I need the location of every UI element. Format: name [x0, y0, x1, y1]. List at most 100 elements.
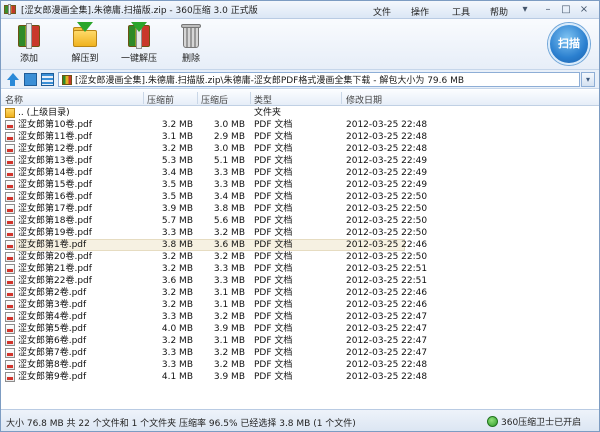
delete-button-label: 删除: [181, 54, 200, 64]
close-icon[interactable]: ×: [578, 4, 590, 16]
file-size: 3.2 MB: [213, 252, 245, 262]
file-type: PDF 文档: [254, 288, 293, 298]
file-name: 涩女郎第14卷.pdf: [18, 168, 92, 178]
file-name: 涩女郎第21卷.pdf: [18, 264, 92, 274]
file-compressed-size: 3.1 MB: [161, 132, 193, 142]
scan-button[interactable]: 扫描: [548, 23, 590, 65]
compression-guard[interactable]: 360压缩卫士已开启: [487, 415, 581, 428]
path-dropdown-icon[interactable]: ▾: [581, 72, 595, 87]
pdf-icon: [5, 180, 15, 190]
options-icon[interactable]: ▾: [519, 4, 531, 16]
file-date: 2012-03-25 22:48: [346, 132, 428, 142]
file-name: 涩女郎第20卷.pdf: [18, 252, 92, 262]
delete-button[interactable]: 删除: [171, 22, 211, 64]
file-type: PDF 文档: [254, 144, 293, 154]
minimize-icon[interactable]: –: [542, 4, 554, 16]
file-size: 3.2 MB: [213, 228, 245, 238]
file-type: PDF 文档: [254, 360, 293, 370]
pdf-icon: [5, 324, 15, 334]
table-row[interactable]: 涩女郎第2卷.pdf 3.2 MB 3.1 MB PDF 文档 2012-03-25 2…: [1, 287, 599, 299]
file-name: 涩女郎第11卷.pdf: [18, 132, 92, 142]
toolbar: 添加 解压到 一键解压 删除 扫描: [1, 19, 599, 69]
table-row[interactable]: 涩女郎第16卷.pdf 3.5 MB 3.4 MB PDF 文档 2012-03-25 …: [1, 191, 599, 203]
title-bar: [涩女郎漫画全集].朱德庸.扫描版.zip - 360压缩 3.0 正式版 文件…: [1, 1, 599, 19]
folder-up-icon: [5, 108, 15, 118]
file-date: 2012-03-25 22:47: [346, 348, 428, 358]
table-row[interactable]: 涩女郎第11卷.pdf 3.1 MB 2.9 MB PDF 文档 2012-03-25 …: [1, 131, 599, 143]
file-type: PDF 文档: [254, 228, 293, 238]
pdf-icon: [5, 276, 15, 286]
menu-operation[interactable]: 操作: [411, 5, 429, 18]
file-date: 2012-03-25 22:49: [346, 156, 428, 166]
table-row[interactable]: 涩女郎第19卷.pdf 3.3 MB 3.2 MB PDF 文档 2012-03-25 …: [1, 227, 599, 239]
table-row[interactable]: 涩女郎第12卷.pdf 3.2 MB 3.0 MB PDF 文档 2012-03-25 …: [1, 143, 599, 155]
table-row[interactable]: 涩女郎第14卷.pdf 3.4 MB 3.3 MB PDF 文档 2012-03-25 …: [1, 167, 599, 179]
file-name: 涩女郎第9卷.pdf: [18, 372, 87, 382]
file-compressed-size: 3.5 MB: [161, 192, 193, 202]
column-divider[interactable]: [197, 92, 198, 104]
extract-to-button-label: 解压到: [71, 54, 99, 64]
column-divider[interactable]: [143, 92, 144, 104]
table-row[interactable]: 涩女郎第13卷.pdf 5.3 MB 5.1 MB PDF 文档 2012-03-25 …: [1, 155, 599, 167]
file-type: PDF 文档: [254, 180, 293, 190]
thumbnail-view-icon[interactable]: [24, 73, 37, 86]
file-size: 3.8 MB: [213, 204, 245, 214]
file-name: 涩女郎第22卷.pdf: [18, 276, 92, 286]
table-row[interactable]: 涩女郎第8卷.pdf 3.3 MB 3.2 MB PDF 文档 2012-03-25 2…: [1, 359, 599, 371]
file-type: PDF 文档: [254, 240, 293, 250]
file-size: 3.2 MB: [213, 360, 245, 370]
maximize-icon[interactable]: □: [560, 4, 572, 16]
column-type[interactable]: 类型: [254, 93, 272, 106]
trash-icon: [177, 22, 205, 50]
file-compressed-size: 3.5 MB: [161, 180, 193, 190]
table-row[interactable]: 涩女郎第5卷.pdf 4.0 MB 3.9 MB PDF 文档 2012-03-25 2…: [1, 323, 599, 335]
pdf-icon: [5, 300, 15, 310]
file-size: 3.1 MB: [213, 288, 245, 298]
table-row[interactable]: 涩女郎第7卷.pdf 3.3 MB 3.2 MB PDF 文档 2012-03-25 2…: [1, 347, 599, 359]
file-compressed-size: 3.2 MB: [161, 120, 193, 130]
file-compressed-size: 3.2 MB: [161, 264, 193, 274]
table-row[interactable]: 涩女郎第21卷.pdf 3.2 MB 3.3 MB PDF 文档 2012-03-25 …: [1, 263, 599, 275]
column-name[interactable]: 名称: [5, 93, 23, 106]
column-divider[interactable]: [250, 92, 251, 104]
file-size: 3.2 MB: [213, 312, 245, 322]
pdf-icon: [5, 252, 15, 262]
table-row[interactable]: 涩女郎第10卷.pdf 3.2 MB 3.0 MB PDF 文档 2012-03-25 …: [1, 119, 599, 131]
table-row[interactable]: .. (上级目录) 文件夹: [1, 107, 599, 119]
column-divider[interactable]: [341, 92, 342, 104]
file-type: PDF 文档: [254, 132, 293, 142]
column-size[interactable]: 压缩后: [201, 93, 228, 106]
list-view-icon[interactable]: [41, 73, 54, 86]
table-row[interactable]: 涩女郎第9卷.pdf 4.1 MB 3.9 MB PDF 文档 2012-03-25 2…: [1, 371, 599, 383]
column-date[interactable]: 修改日期: [346, 93, 382, 106]
path-field[interactable]: [涩女郎漫画全集].朱德庸.扫描版.zip\朱德庸-涩女郎PDF格式漫画全集下载…: [58, 72, 580, 87]
table-row[interactable]: 涩女郎第15卷.pdf 3.5 MB 3.3 MB PDF 文档 2012-03-25 …: [1, 179, 599, 191]
column-compressed-size[interactable]: 压缩前: [147, 93, 174, 106]
path-text: [涩女郎漫画全集].朱德庸.扫描版.zip\朱德庸-涩女郎PDF格式漫画全集下载…: [75, 76, 465, 86]
file-name: 涩女郎第13卷.pdf: [18, 156, 92, 166]
up-arrow-icon[interactable]: [6, 73, 19, 86]
table-row[interactable]: 涩女郎第3卷.pdf 3.2 MB 3.1 MB PDF 文档 2012-03-25 2…: [1, 299, 599, 311]
extract-to-button[interactable]: 解压到: [65, 22, 105, 64]
table-row[interactable]: 涩女郎第22卷.pdf 3.6 MB 3.3 MB PDF 文档 2012-03-25 …: [1, 275, 599, 287]
menu-file[interactable]: 文件: [373, 5, 391, 18]
table-row[interactable]: 涩女郎第20卷.pdf 3.2 MB 3.2 MB PDF 文档 2012-03-25 …: [1, 251, 599, 263]
file-name: 涩女郎第15卷.pdf: [18, 180, 92, 190]
table-row[interactable]: 涩女郎第6卷.pdf 3.2 MB 3.1 MB PDF 文档 2012-03-25 2…: [1, 335, 599, 347]
file-date: 2012-03-25 22:49: [346, 168, 428, 178]
file-date: 2012-03-25 22:50: [346, 192, 428, 202]
pdf-icon: [5, 132, 15, 142]
file-type: PDF 文档: [254, 204, 293, 214]
menu-tools[interactable]: 工具: [452, 5, 470, 18]
file-compressed-size: 3.3 MB: [161, 348, 193, 358]
file-size: 3.3 MB: [213, 180, 245, 190]
add-button[interactable]: 添加: [9, 22, 49, 64]
table-row[interactable]: 涩女郎第17卷.pdf 3.9 MB 3.8 MB PDF 文档 2012-03-25 …: [1, 203, 599, 215]
table-row[interactable]: 涩女郎第18卷.pdf 5.7 MB 5.6 MB PDF 文档 2012-03-25 …: [1, 215, 599, 227]
table-row[interactable]: 涩女郎第4卷.pdf 3.3 MB 3.2 MB PDF 文档 2012-03-25 2…: [1, 311, 599, 323]
table-row[interactable]: 涩女郎第1卷.pdf 3.8 MB 3.6 MB PDF 文档 2012-03-25 2…: [1, 239, 599, 251]
one-click-extract-button[interactable]: 一键解压: [119, 22, 159, 64]
menu-help[interactable]: 帮助: [490, 5, 508, 18]
file-name: 涩女郎第18卷.pdf: [18, 216, 92, 226]
file-list[interactable]: .. (上级目录) 文件夹 涩女郎第10卷.pdf 3.2 MB 3.0 MB PDF 文…: [1, 107, 599, 409]
